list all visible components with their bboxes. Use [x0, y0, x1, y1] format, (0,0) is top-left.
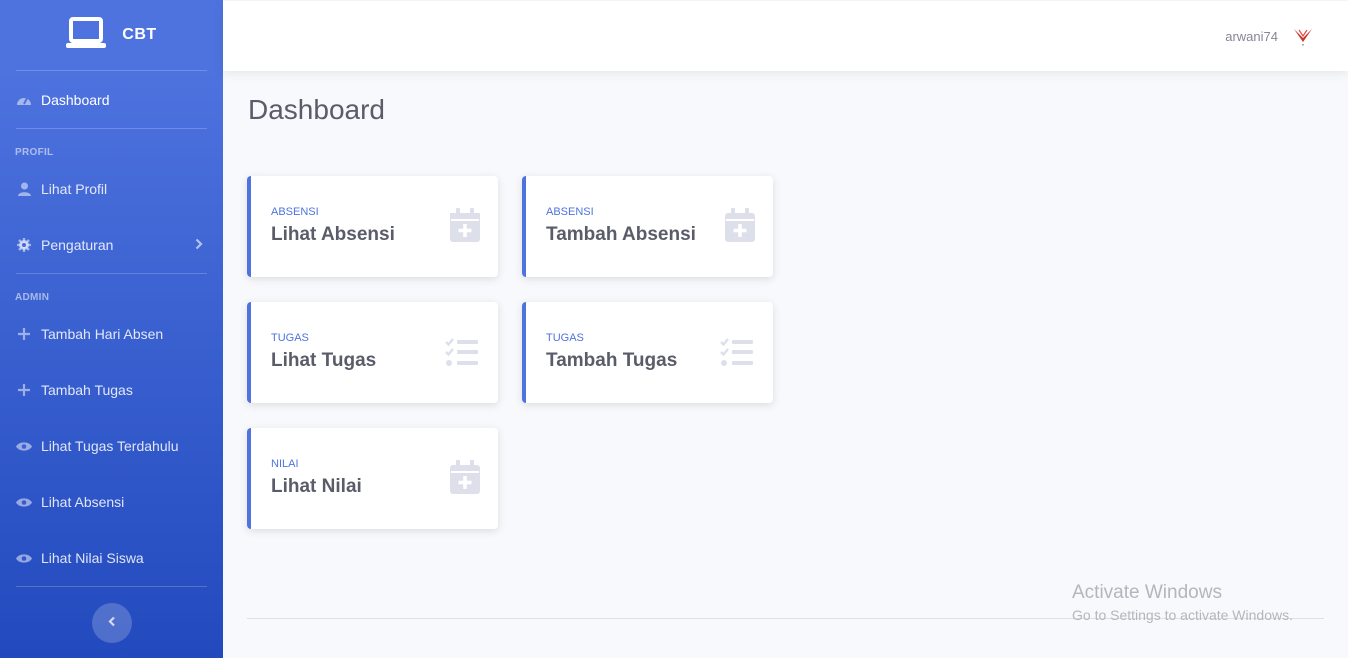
watermark-subtitle: Go to Settings to activate Windows.: [1072, 607, 1293, 623]
sidebar-item-lihat-absensi[interactable]: Lihat Absensi: [0, 474, 223, 530]
watermark-title: Activate Windows: [1072, 582, 1222, 603]
card-title: Lihat Nilai: [271, 476, 362, 497]
sidebar-item-label: Tambah Tugas: [41, 382, 133, 398]
calendar-plus-icon: [450, 208, 480, 247]
user-icon: [16, 181, 32, 197]
card-lihat-nilai[interactable]: NILAI Lihat Nilai: [247, 428, 498, 529]
eye-icon: [16, 438, 32, 454]
calendar-plus-icon: [450, 460, 480, 499]
sidebar-item-tambah-tugas[interactable]: Tambah Tugas: [0, 362, 223, 418]
sidebar-heading-admin: ADMIN: [15, 292, 50, 303]
sidebar-item-label: Pengaturan: [41, 237, 114, 253]
card-lihat-tugas[interactable]: TUGAS Lihat Tugas: [247, 302, 498, 403]
brand-name: CBT: [122, 26, 157, 43]
page-title: Dashboard: [248, 94, 385, 125]
card-category: TUGAS: [546, 332, 584, 344]
card-tambah-absensi[interactable]: ABSENSI Tambah Absensi: [522, 176, 773, 277]
sidebar-item-lihat-profil[interactable]: Lihat Profil: [0, 161, 223, 217]
sidebar-item-pengaturan[interactable]: Pengaturan: [0, 217, 223, 273]
card-lihat-absensi[interactable]: ABSENSI Lihat Absensi: [247, 176, 498, 277]
sidebar-heading-profil: PROFIL: [15, 147, 54, 158]
card-category: ABSENSI: [546, 206, 594, 218]
card-category: ABSENSI: [271, 206, 319, 218]
user-name[interactable]: arwani74: [1225, 29, 1278, 44]
laptop-icon: [66, 16, 107, 54]
card-title: Tambah Absensi: [546, 224, 696, 245]
sidebar-toggle-button[interactable]: [91, 603, 132, 643]
sidebar-item-label: Dashboard: [41, 91, 110, 108]
tasks-icon: [720, 338, 753, 371]
eye-icon: [16, 550, 32, 566]
card-tambah-tugas[interactable]: TUGAS Tambah Tugas: [522, 302, 773, 403]
card-category: TUGAS: [271, 332, 309, 344]
calendar-plus-icon: [725, 208, 755, 247]
gear-icon: [16, 237, 32, 253]
sidebar: CBT Dashboard PROFIL Lihat Profil Pengat…: [0, 0, 223, 658]
plus-icon: [16, 326, 32, 342]
tasks-icon: [445, 338, 478, 371]
sidebar-item-label: Lihat Nilai Siswa: [41, 550, 144, 566]
sidebar-item-lihat-nilai-siswa[interactable]: Lihat Nilai Siswa: [0, 530, 223, 586]
sidebar-item-label: Lihat Tugas Terdahulu: [41, 438, 179, 454]
tachometer-icon: [16, 92, 32, 108]
avatar[interactable]: [1292, 25, 1314, 47]
topbar: arwani74: [223, 1, 1348, 71]
card-title: Lihat Absensi: [271, 224, 395, 245]
card-title: Tambah Tugas: [546, 350, 678, 371]
chevron-right-icon: [195, 237, 203, 253]
plus-icon: [16, 382, 32, 398]
sidebar-item-label: Lihat Absensi: [41, 494, 125, 510]
sidebar-item-tambah-hari-absen[interactable]: Tambah Hari Absen: [0, 306, 223, 362]
card-title: Lihat Tugas: [271, 350, 377, 371]
eye-icon: [16, 494, 32, 510]
sidebar-brand[interactable]: CBT: [0, 0, 223, 70]
sidebar-item-dashboard[interactable]: Dashboard: [0, 71, 223, 128]
sidebar-item-label: Lihat Profil: [41, 181, 108, 197]
windows-activation-watermark: Activate Windows Go to Settings to activ…: [1072, 582, 1293, 623]
sidebar-item-lihat-tugas-terdahulu[interactable]: Lihat Tugas Terdahulu: [0, 418, 223, 474]
chevron-left-icon: [107, 614, 116, 632]
card-category: NILAI: [271, 458, 299, 470]
sidebar-item-label: Tambah Hari Absen: [41, 326, 164, 342]
